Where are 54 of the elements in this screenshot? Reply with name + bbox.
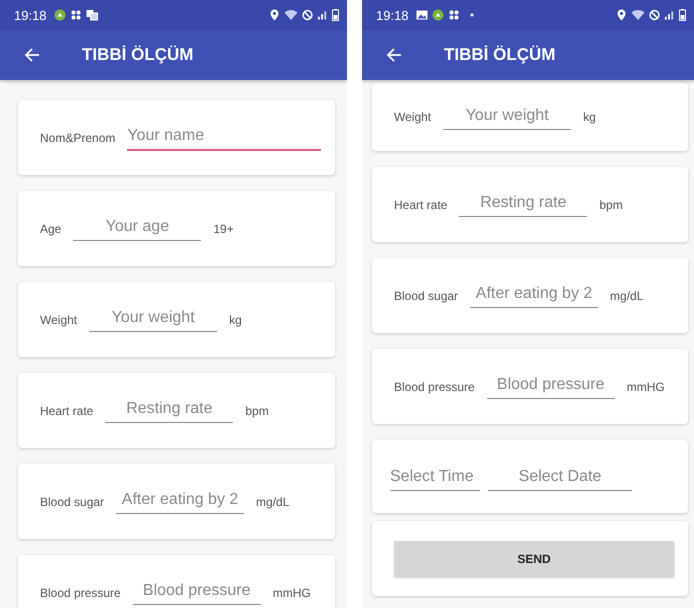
- field-label: Heart rate: [394, 198, 448, 212]
- app-notification-icon: [54, 9, 66, 21]
- input-field[interactable]: Your age: [73, 216, 202, 241]
- field-label: Blood pressure: [40, 586, 121, 600]
- time-field[interactable]: Select Time: [390, 466, 480, 491]
- field-label: Blood sugar: [40, 494, 104, 508]
- input-field[interactable]: Resting rate: [105, 398, 234, 423]
- unit-label: bpm: [599, 198, 623, 212]
- unit-label: mg/dL: [610, 288, 644, 302]
- back-arrow-icon[interactable]: [386, 47, 402, 63]
- back-arrow-icon[interactable]: [24, 47, 40, 63]
- input-field[interactable]: Blood pressure: [486, 374, 615, 399]
- image-notification-icon: [416, 9, 428, 21]
- field-label: Weight: [394, 110, 432, 124]
- unit-label: mmHG: [272, 586, 311, 600]
- location-icon: [269, 9, 280, 21]
- app-notification-icon: [432, 9, 444, 21]
- input-field[interactable]: Blood pressure: [132, 580, 261, 605]
- signal-icon: [664, 9, 675, 21]
- battery-icon: [332, 9, 339, 21]
- unit-label: bpm: [245, 404, 269, 418]
- input-field[interactable]: Your name: [127, 124, 321, 150]
- input-field[interactable]: After eating by 2: [116, 489, 244, 514]
- status-time: 19:18: [14, 8, 47, 22]
- screen-title: TIBBİ ÖLÇÜM: [82, 45, 194, 65]
- send-button[interactable]: SEND: [394, 540, 674, 576]
- grid-notification-icon: [70, 9, 82, 21]
- field-label: Weight: [40, 312, 78, 326]
- signal-icon: [317, 9, 328, 21]
- unit-label: 19+: [213, 222, 234, 236]
- unit-label: kg: [229, 312, 242, 326]
- unit-label: kg: [583, 110, 596, 124]
- field-label: Nom&Prenom: [40, 130, 116, 144]
- field-label: Blood pressure: [394, 380, 475, 394]
- grid-notification-icon: [448, 9, 460, 21]
- do-not-disturb-icon: [302, 9, 313, 21]
- field-label: Age: [40, 222, 62, 236]
- input-field[interactable]: Your weight: [89, 307, 218, 332]
- wifi-icon: [631, 9, 645, 21]
- field-label: Heart rate: [40, 404, 94, 418]
- location-icon: [616, 9, 627, 21]
- unit-label: mg/dL: [256, 494, 290, 508]
- do-not-disturb-icon: [649, 9, 660, 21]
- dot-notification-icon: [470, 13, 474, 17]
- input-field[interactable]: Your weight: [443, 104, 572, 130]
- input-field[interactable]: After eating by 2: [470, 283, 598, 308]
- date-field[interactable]: Select Date: [488, 466, 632, 491]
- screen-title: TIBBİ ÖLÇÜM: [444, 45, 556, 65]
- unit-label: mmHG: [626, 380, 665, 394]
- battery-icon: [679, 9, 686, 21]
- input-field[interactable]: Resting rate: [459, 192, 588, 217]
- status-time: 19:18: [376, 8, 409, 22]
- wifi-icon: [284, 9, 298, 21]
- field-label: Blood sugar: [394, 288, 458, 302]
